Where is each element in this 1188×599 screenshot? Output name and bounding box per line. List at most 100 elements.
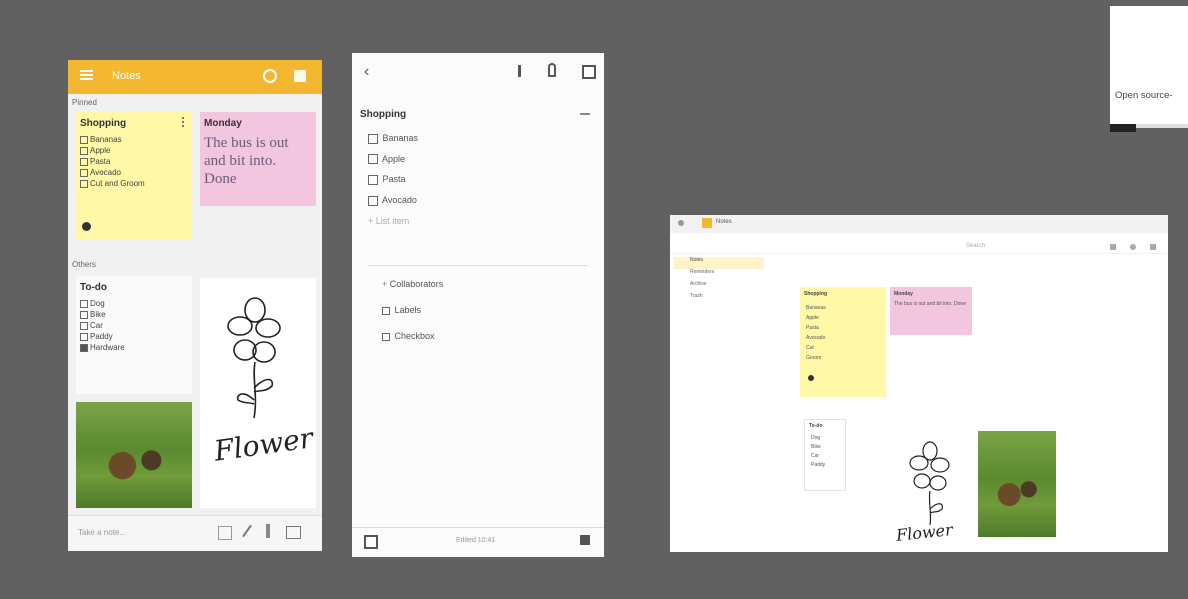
- reminder-icon[interactable]: [548, 63, 556, 77]
- label-icon: [382, 306, 390, 315]
- apps-icon[interactable]: [1150, 244, 1156, 250]
- bottom-bar: Take a note...: [68, 515, 322, 551]
- checkbox-icon[interactable]: [368, 154, 378, 165]
- list-item: Bike: [80, 309, 125, 320]
- list-item: Paddy: [811, 462, 826, 468]
- app-title: Notes: [112, 70, 141, 82]
- archive-icon[interactable]: [582, 65, 596, 79]
- back-arrow-icon[interactable]: ‹: [364, 63, 369, 81]
- keep-logo-icon: [702, 218, 712, 228]
- desktop-note-shopping[interactable]: Shopping Bananas Apple Pasta Avocado Cut…: [800, 287, 886, 397]
- divider: [368, 265, 588, 266]
- sidebar-item-notes[interactable]: Notes: [674, 257, 764, 269]
- desktop-note-monday[interactable]: Monday The bus is out and bit into. Done: [890, 287, 972, 335]
- search-input[interactable]: Search: [966, 243, 985, 249]
- checkbox-icon[interactable]: [80, 179, 88, 188]
- checkbox-icon[interactable]: [80, 135, 88, 144]
- list-item: Cut: [806, 345, 814, 351]
- view-toggle-icon[interactable]: [1110, 244, 1116, 250]
- note-body: The bus is out and bit into. Done: [894, 301, 966, 307]
- menu-icon[interactable]: [80, 70, 93, 80]
- pin-icon[interactable]: [182, 117, 187, 127]
- edited-timestamp: Edited 10:41: [456, 537, 496, 544]
- desktop-note-todo[interactable]: To-do Dog Bike Car Paddy: [804, 419, 846, 491]
- list-item: Hardware: [80, 342, 125, 353]
- checkbox-list-icon[interactable]: [218, 526, 232, 540]
- pen-icon[interactable]: [242, 524, 252, 538]
- note-title: Shopping: [80, 118, 127, 129]
- note-shopping[interactable]: Shopping Bananas Apple Pasta Avocado Cut…: [76, 112, 192, 240]
- section-pinned-label: Pinned: [72, 98, 97, 107]
- list-item[interactable]: Bananas: [368, 133, 418, 144]
- flower-drawing: [227, 297, 281, 419]
- overlay-bar-track: [1136, 124, 1188, 128]
- sidebar-item-trash[interactable]: Trash: [674, 293, 764, 305]
- settings-icon[interactable]: [1130, 244, 1136, 250]
- list-item: Avocado: [806, 335, 826, 341]
- section-others-label: Others: [72, 260, 97, 269]
- list-item[interactable]: Apple: [368, 154, 418, 165]
- browser-tab-bar: Notes: [670, 215, 1168, 233]
- note-title: Shopping: [804, 291, 828, 297]
- checked-checkbox-icon[interactable]: [80, 343, 88, 352]
- list-item[interactable]: Pasta: [368, 174, 418, 185]
- note-todo[interactable]: To-do Dog Bike Car Paddy Hardware: [76, 276, 192, 394]
- list-item: Car: [80, 320, 125, 331]
- note-photo[interactable]: [76, 402, 192, 508]
- action-labels[interactable]: Labels: [382, 305, 443, 315]
- desktop-note-drawing[interactable]: Flower: [880, 429, 976, 549]
- person-add-icon: +: [382, 279, 390, 289]
- search-icon[interactable]: [263, 69, 277, 83]
- list-item: Cut and Groom: [80, 178, 145, 189]
- source-overlay: Open source-: [1110, 6, 1188, 132]
- list-item: Bananas: [80, 134, 145, 145]
- collaborator-avatar: [82, 222, 91, 231]
- list-item: Avocado: [80, 167, 145, 178]
- note-drawing[interactable]: Flower: [200, 278, 316, 508]
- collaborator-avatar: [808, 375, 814, 381]
- checkbox-icon[interactable]: [80, 310, 88, 319]
- desktop-note-photo[interactable]: [978, 431, 1056, 537]
- grid-view-icon[interactable]: [294, 70, 306, 82]
- checkbox-icon[interactable]: [80, 168, 88, 177]
- overlay-caption: Open source-: [1115, 90, 1173, 101]
- list-item: Groom: [806, 355, 822, 361]
- action-collaborators[interactable]: + Collaborators: [382, 279, 443, 289]
- list-item: Pasta: [806, 325, 819, 331]
- more-icon[interactable]: [580, 113, 590, 115]
- phone-note-editor: ‹ Shopping Bananas Apple Pasta Avocado +…: [352, 53, 604, 557]
- tab-title[interactable]: Notes: [716, 219, 732, 225]
- add-list-item[interactable]: + List item: [368, 216, 418, 226]
- list-item: Bananas: [806, 305, 826, 311]
- pin-icon[interactable]: [518, 65, 521, 77]
- list-item: Pasta: [80, 156, 145, 167]
- sidebar-item-archive[interactable]: Archive: [674, 281, 764, 293]
- checkbox-icon: [382, 332, 390, 341]
- mic-icon[interactable]: [266, 524, 270, 538]
- checkbox-icon[interactable]: [80, 321, 88, 330]
- footer-divider: [352, 527, 604, 528]
- list-item[interactable]: Avocado: [368, 195, 418, 206]
- list-item: Apple: [806, 315, 819, 321]
- note-title[interactable]: Shopping: [360, 109, 406, 120]
- add-box-icon[interactable]: [364, 535, 378, 549]
- list-item: Paddy: [80, 331, 125, 342]
- take-note-input[interactable]: Take a note...: [78, 528, 126, 537]
- checkbox-icon[interactable]: [80, 157, 88, 166]
- note-monday[interactable]: Monday The bus is out and bit into. Done: [200, 112, 316, 206]
- image-icon[interactable]: [286, 526, 301, 539]
- note-title: To-do: [809, 423, 823, 429]
- checkbox-icon[interactable]: [368, 174, 378, 185]
- more-menu-icon[interactable]: [580, 535, 590, 545]
- checkbox-icon[interactable]: [368, 195, 378, 206]
- checkbox-icon[interactable]: [80, 146, 88, 155]
- checkbox-icon[interactable]: [80, 299, 88, 308]
- checkbox-icon[interactable]: [80, 332, 88, 341]
- sidebar: Notes Reminders Archive Trash: [674, 257, 764, 305]
- checkbox-icon[interactable]: [368, 133, 378, 144]
- list-item: Apple: [80, 145, 145, 156]
- action-checkbox[interactable]: Checkbox: [382, 331, 443, 341]
- list-item: Car: [811, 453, 820, 459]
- sidebar-item-reminders[interactable]: Reminders: [674, 269, 764, 281]
- window-control-icon[interactable]: [678, 220, 684, 226]
